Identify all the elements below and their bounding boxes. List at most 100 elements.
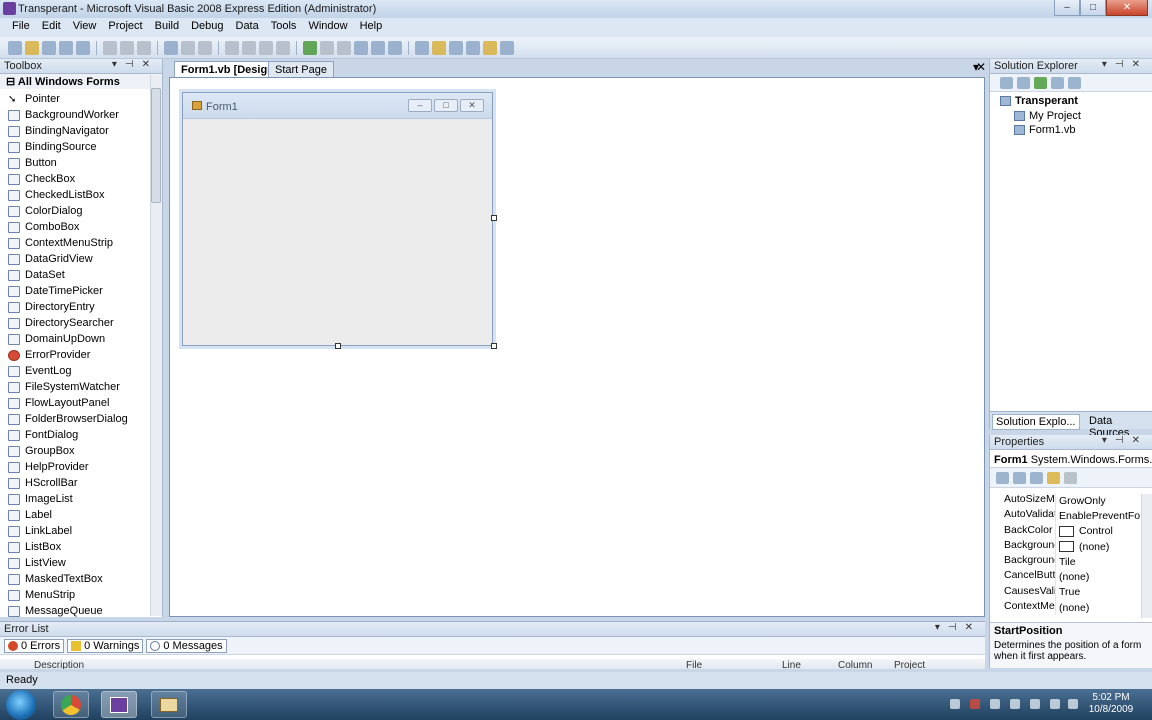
tray-icon[interactable] <box>1010 699 1020 709</box>
alphabetical-icon[interactable] <box>1013 472 1026 484</box>
close-document-icon[interactable]: ✕ <box>976 60 986 74</box>
column-line[interactable]: Line <box>782 660 801 669</box>
save-icon[interactable] <box>59 40 73 55</box>
categorized-icon[interactable] <box>996 472 1009 484</box>
toolbox-item-directorysearcher[interactable]: DirectorySearcher <box>0 315 150 331</box>
chrome-taskbar-icon[interactable] <box>53 691 89 718</box>
toolbox-item-checkbox[interactable]: CheckBox <box>0 171 150 187</box>
column-column[interactable]: Column <box>838 660 872 669</box>
error-list-icon[interactable] <box>483 40 497 55</box>
column-description[interactable]: Description <box>34 660 84 669</box>
toolbox-item-imagelist[interactable]: ImageList <box>0 491 150 507</box>
toolbox-item-flowlayoutpanel[interactable]: FlowLayoutPanel <box>0 395 150 411</box>
toolbox-item-fontdialog[interactable]: FontDialog <box>0 427 150 443</box>
step-out-icon[interactable] <box>388 40 402 55</box>
navigate-backward-icon[interactable] <box>259 40 273 55</box>
property-row[interactable]: BackgroundImTile <box>990 554 1142 570</box>
start-debugging-icon[interactable] <box>303 40 317 55</box>
volume-icon[interactable] <box>1068 699 1078 709</box>
refresh-icon[interactable] <box>1034 77 1047 89</box>
property-row[interactable]: AutoSizeModeGrowOnly <box>990 493 1142 509</box>
column-file[interactable]: File <box>686 660 702 669</box>
resize-handle-right[interactable] <box>491 215 497 221</box>
view-designer-icon[interactable] <box>1068 77 1081 89</box>
toolbox-item-linklabel[interactable]: LinkLabel <box>0 523 150 539</box>
toolbox-item-datagridview[interactable]: DataGridView <box>0 251 150 267</box>
events-icon[interactable] <box>1047 472 1060 484</box>
cut-icon[interactable] <box>103 40 117 55</box>
properties-window-icon[interactable] <box>432 40 446 55</box>
toolbox-item-listbox[interactable]: ListBox <box>0 539 150 555</box>
property-row[interactable]: BackgroundIm (none) <box>990 538 1142 555</box>
menu-tools[interactable]: Tools <box>265 18 303 37</box>
warnings-filter-button[interactable]: 0 Warnings <box>67 639 144 653</box>
column-project[interactable]: Project <box>894 660 925 669</box>
undo-icon[interactable] <box>225 40 239 55</box>
properties-scrollbar[interactable] <box>1141 494 1152 618</box>
show-all-files-icon[interactable] <box>1017 77 1030 89</box>
property-pages-icon[interactable] <box>1064 472 1077 484</box>
object-selector[interactable]: Form1 System.Windows.Forms.Fo ▾ <box>990 450 1152 468</box>
toolbox-item-combobox[interactable]: ComboBox <box>0 219 150 235</box>
toolbox-item-pointer[interactable]: ➘ Pointer <box>0 91 150 107</box>
property-row[interactable]: CausesValidatiTrue <box>990 584 1142 601</box>
maximize-button[interactable]: □ <box>1080 0 1106 16</box>
toolbox-item-label[interactable]: Label <box>0 507 150 523</box>
property-row[interactable]: ContextMenuS(none) <box>990 600 1142 616</box>
toolbox-item-contextmenustrip[interactable]: ContextMenuStrip <box>0 235 150 251</box>
tray-icon[interactable] <box>990 699 1000 709</box>
view-code-icon[interactable] <box>1051 77 1064 89</box>
tray-icon[interactable] <box>950 699 960 709</box>
toolbox-item-filesystemwatcher[interactable]: FileSystemWatcher <box>0 379 150 395</box>
new-project-icon[interactable] <box>8 40 22 55</box>
network-icon[interactable] <box>1030 699 1040 709</box>
start-page-icon[interactable] <box>500 40 514 55</box>
uncomment-icon[interactable] <box>198 40 212 55</box>
toolbox-item-messagequeue[interactable]: MessageQueue <box>0 603 150 619</box>
save-all-icon[interactable] <box>76 40 90 55</box>
toolbox-scroll-thumb[interactable] <box>151 88 161 203</box>
toolbox-item-errorprovider[interactable]: ErrorProvider <box>0 347 150 363</box>
redo-icon[interactable] <box>242 40 256 55</box>
tray-flag-icon[interactable] <box>970 699 980 709</box>
open-file-icon[interactable] <box>25 40 39 55</box>
toolbox-item-checkedlistbox[interactable]: CheckedListBox <box>0 187 150 203</box>
paste-icon[interactable] <box>137 40 151 55</box>
visual-basic-taskbar-icon[interactable] <box>101 691 137 718</box>
resize-handle-corner[interactable] <box>491 343 497 349</box>
menu-file[interactable]: File <box>6 18 36 37</box>
toolbox-item-directoryentry[interactable]: DirectoryEntry <box>0 299 150 315</box>
toolbox-item-bindingsource[interactable]: BindingSource <box>0 139 150 155</box>
my-project-node[interactable]: My Project <box>1014 110 1081 122</box>
toolbox-item-colordialog[interactable]: ColorDialog <box>0 203 150 219</box>
toolbox-item-menustrip[interactable]: MenuStrip <box>0 587 150 603</box>
errors-filter-button[interactable]: 0 Errors <box>4 639 65 653</box>
menu-view[interactable]: View <box>67 18 103 37</box>
toolbox-item-maskedtextbox[interactable]: MaskedTextBox <box>0 571 150 587</box>
toolbox-item-helpprovider[interactable]: HelpProvider <box>0 459 150 475</box>
resize-handle-bottom[interactable] <box>335 343 341 349</box>
panel-buttons[interactable]: ▾⊣✕ <box>112 59 158 70</box>
property-row[interactable]: CancelButton(none) <box>990 569 1142 585</box>
properties-icon[interactable] <box>1000 77 1013 89</box>
stop-icon[interactable] <box>337 40 351 55</box>
close-button[interactable]: ✕ <box>1106 0 1148 16</box>
toolbox-item-bindingnavigator[interactable]: BindingNavigator <box>0 123 150 139</box>
menu-project[interactable]: Project <box>102 18 148 37</box>
properties-view-icon[interactable] <box>1030 472 1043 484</box>
toolbox-icon[interactable] <box>466 40 480 55</box>
add-item-icon[interactable] <box>42 40 56 55</box>
menu-build[interactable]: Build <box>149 18 185 37</box>
pause-icon[interactable] <box>320 40 334 55</box>
toolbox-category[interactable]: ⊟ All Windows Forms <box>0 74 162 89</box>
form1-node[interactable]: Form1.vb <box>1014 124 1075 136</box>
tab-solution-explorer[interactable]: Solution Explo... <box>992 414 1080 430</box>
panel-buttons[interactable]: ▾⊣✕ <box>935 622 981 633</box>
toolbox-item-groupbox[interactable]: GroupBox <box>0 443 150 459</box>
toolbox-item-dataset[interactable]: DataSet <box>0 267 150 283</box>
toolbox-item-button[interactable]: Button <box>0 155 150 171</box>
navigate-forward-icon[interactable] <box>276 40 290 55</box>
menu-edit[interactable]: Edit <box>36 18 67 37</box>
menu-window[interactable]: Window <box>302 18 353 37</box>
project-node[interactable]: Transperant <box>1000 95 1078 107</box>
